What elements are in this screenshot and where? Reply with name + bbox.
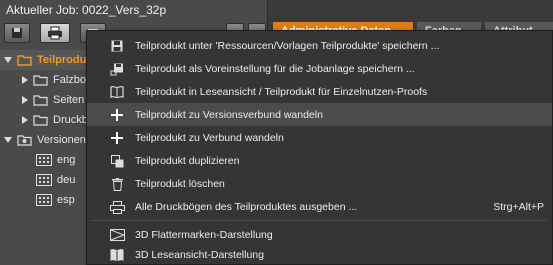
folder-icon — [33, 94, 48, 106]
menu-item-to-version-group[interactable]: Teilprodukt zu Versionsverbund wandeln — [87, 103, 552, 126]
folder-icon — [33, 74, 48, 86]
menu-item-save-template[interactable]: Teilprodukt unter 'Ressourcen/Vorlagen T… — [87, 34, 552, 57]
plus-icon — [109, 107, 125, 123]
menu-item-label: Teilprodukt unter 'Ressourcen/Vorlagen T… — [135, 39, 440, 52]
expand-icon — [22, 96, 28, 104]
tree-item-version[interactable]: esp — [36, 190, 75, 210]
menu-item-duplicate[interactable]: Teilprodukt duplizieren — [87, 149, 552, 172]
menu-item-label: 3D Leseansicht-Darstellung — [135, 248, 264, 261]
expand-icon — [4, 137, 12, 143]
language-grid-icon — [36, 174, 52, 186]
print-icon — [48, 26, 62, 40]
menu-item-label: Teilprodukt zu Versionsverbund wandeln — [135, 108, 323, 121]
menu-separator — [91, 220, 548, 221]
menu-item-label: Alle Druckbögen des Teilproduktes ausgeb… — [135, 200, 358, 213]
tree-item-versionen[interactable]: Versionen — [4, 130, 86, 150]
folder-icon — [33, 114, 48, 126]
print-toolbar-button[interactable] — [40, 23, 70, 43]
folder-icon — [17, 54, 32, 66]
job-title: Aktueller Job: 0022_Vers_32p — [6, 3, 167, 17]
save-icon — [12, 28, 22, 38]
save-toolbar-button[interactable] — [4, 23, 30, 43]
menu-item-label: Teilprodukt als Voreinstellung für die J… — [135, 62, 415, 75]
menu-item-print-all[interactable]: Alle Druckbögen des Teilproduktes ausgeb… — [87, 195, 552, 218]
menu-item-delete[interactable]: Teilprodukt löschen — [87, 172, 552, 195]
versions-icon — [17, 134, 32, 146]
book-icon — [109, 84, 125, 100]
tree-item-version[interactable]: eng — [36, 150, 75, 170]
menu-item-label: Teilprodukt in Leseansicht / Teilprodukt… — [135, 85, 428, 98]
menu-item-label: Teilprodukt zu Verbund wandeln — [135, 131, 284, 144]
expand-icon — [4, 57, 12, 63]
tree-item-label: Versionen — [37, 134, 86, 146]
save-preset-icon — [109, 61, 125, 77]
tree-item-label: deu — [57, 174, 76, 186]
menu-item-save-preset[interactable]: Teilprodukt als Voreinstellung für die J… — [87, 57, 552, 80]
menu-item-shortcut: Strg+Alt+P — [493, 200, 544, 213]
menu-item-3d-reading-view[interactable]: 3D Leseansicht-Darstellung — [87, 243, 552, 265]
tree-item-label: Seiten — [53, 94, 85, 106]
menu-item-label: 3D Flattermarken-Darstellung — [135, 228, 273, 241]
expand-icon — [22, 76, 28, 84]
tree-item-label: esp — [57, 194, 75, 206]
trash-icon — [109, 176, 125, 192]
language-grid-icon — [36, 194, 52, 206]
book-3d-icon — [109, 247, 125, 263]
language-grid-icon — [36, 154, 52, 166]
expand-icon — [22, 116, 28, 124]
print-icon — [109, 199, 125, 215]
menu-item-to-group[interactable]: Teilprodukt zu Verbund wandeln — [87, 126, 552, 149]
menu-item-label: Teilprodukt duplizieren — [135, 154, 240, 167]
menu-item-reading-view[interactable]: Teilprodukt in Leseansicht / Teilprodukt… — [87, 80, 552, 103]
flag-marks-icon — [109, 227, 125, 243]
tree-item-folder[interactable]: Seiten — [22, 90, 84, 110]
context-menu: Teilprodukt unter 'Ressourcen/Vorlagen T… — [86, 30, 553, 265]
tree-item-version[interactable]: deu — [36, 170, 75, 190]
tree-item-label: eng — [57, 154, 76, 166]
menu-item-label: Teilprodukt löschen — [135, 177, 225, 190]
duplicate-icon — [109, 153, 125, 169]
plus-icon — [109, 130, 125, 146]
save-icon — [109, 38, 125, 54]
